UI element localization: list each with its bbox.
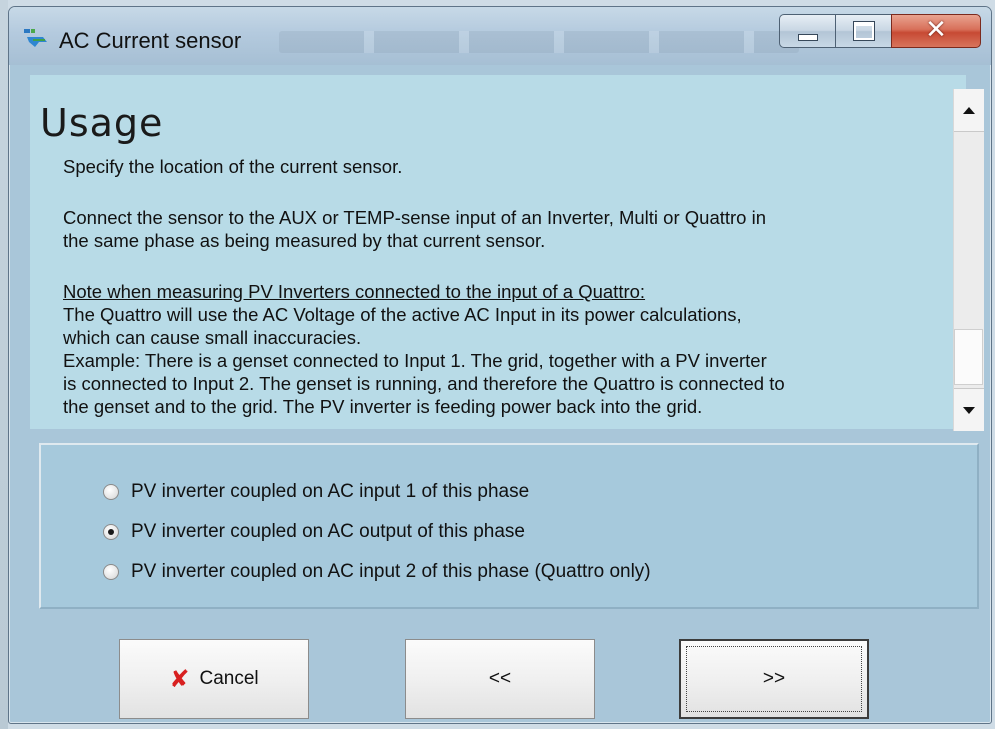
- dialog-window: AC Current sensor ✕ Usage Specify the lo…: [8, 6, 992, 724]
- cancel-label: Cancel: [199, 668, 259, 689]
- usage-line: is connected to Input 2. The genset is r…: [63, 373, 785, 394]
- usage-line: which can cause small inaccuracies.: [63, 327, 362, 348]
- usage-line: Connect the sensor to the AUX or TEMP-se…: [63, 207, 767, 228]
- arrow-up-icon: [963, 106, 975, 114]
- minimize-icon: [797, 33, 818, 41]
- back-label: <<: [488, 668, 512, 689]
- close-button[interactable]: ✕: [891, 14, 981, 48]
- victron-app-icon: [24, 29, 47, 47]
- close-icon: ✕: [925, 15, 947, 45]
- radio-button-selected[interactable]: [103, 524, 119, 540]
- option-ac-output[interactable]: PV inverter coupled on AC output of this…: [103, 521, 525, 543]
- minimize-button[interactable]: [779, 14, 835, 48]
- window-title: AC Current sensor: [59, 28, 242, 53]
- scroll-up-button[interactable]: [954, 89, 984, 132]
- option-label: PV inverter coupled on AC output of this…: [131, 521, 525, 542]
- radio-button[interactable]: [103, 484, 119, 500]
- back-button[interactable]: <<: [405, 639, 595, 719]
- caption-buttons: ✕: [779, 14, 981, 50]
- maximize-icon: [852, 21, 875, 41]
- next-button[interactable]: >>: [679, 639, 869, 719]
- title-bar-background-ghost: [279, 31, 799, 53]
- usage-line: Example: There is a genset connected to …: [63, 350, 767, 371]
- arrow-down-icon: [963, 406, 975, 414]
- maximize-button[interactable]: [835, 14, 891, 48]
- option-label: PV inverter coupled on AC input 1 of thi…: [131, 481, 530, 502]
- usage-line: the genset and to the grid. The PV inver…: [63, 396, 703, 417]
- cancel-button[interactable]: ✘ Cancel: [119, 639, 309, 719]
- radio-button[interactable]: [103, 564, 119, 580]
- option-label: PV inverter coupled on AC input 2 of thi…: [131, 561, 651, 582]
- usage-line: Specify the location of the current sens…: [63, 156, 403, 177]
- sensor-location-options: PV inverter coupled on AC input 1 of thi…: [39, 443, 979, 609]
- cancel-x-icon: ✘: [169, 665, 190, 693]
- usage-line: the same phase as being measured by that…: [63, 230, 546, 251]
- title-bar[interactable]: AC Current sensor ✕: [9, 7, 991, 65]
- background-window: [0, 0, 8, 729]
- vertical-scrollbar[interactable]: [953, 89, 984, 431]
- option-ac-input-1[interactable]: PV inverter coupled on AC input 1 of thi…: [103, 481, 529, 503]
- usage-heading: Usage: [40, 101, 164, 145]
- scroll-thumb[interactable]: [954, 329, 983, 385]
- usage-line: The Quattro will use the AC Voltage of t…: [63, 304, 742, 325]
- usage-note-heading: Note when measuring PV Inverters connect…: [63, 281, 646, 302]
- focus-rectangle: [686, 646, 862, 712]
- option-ac-input-2[interactable]: PV inverter coupled on AC input 2 of thi…: [103, 561, 651, 583]
- scroll-down-button[interactable]: [954, 388, 984, 431]
- usage-text-area: Usage Specify the location of the curren…: [30, 75, 966, 429]
